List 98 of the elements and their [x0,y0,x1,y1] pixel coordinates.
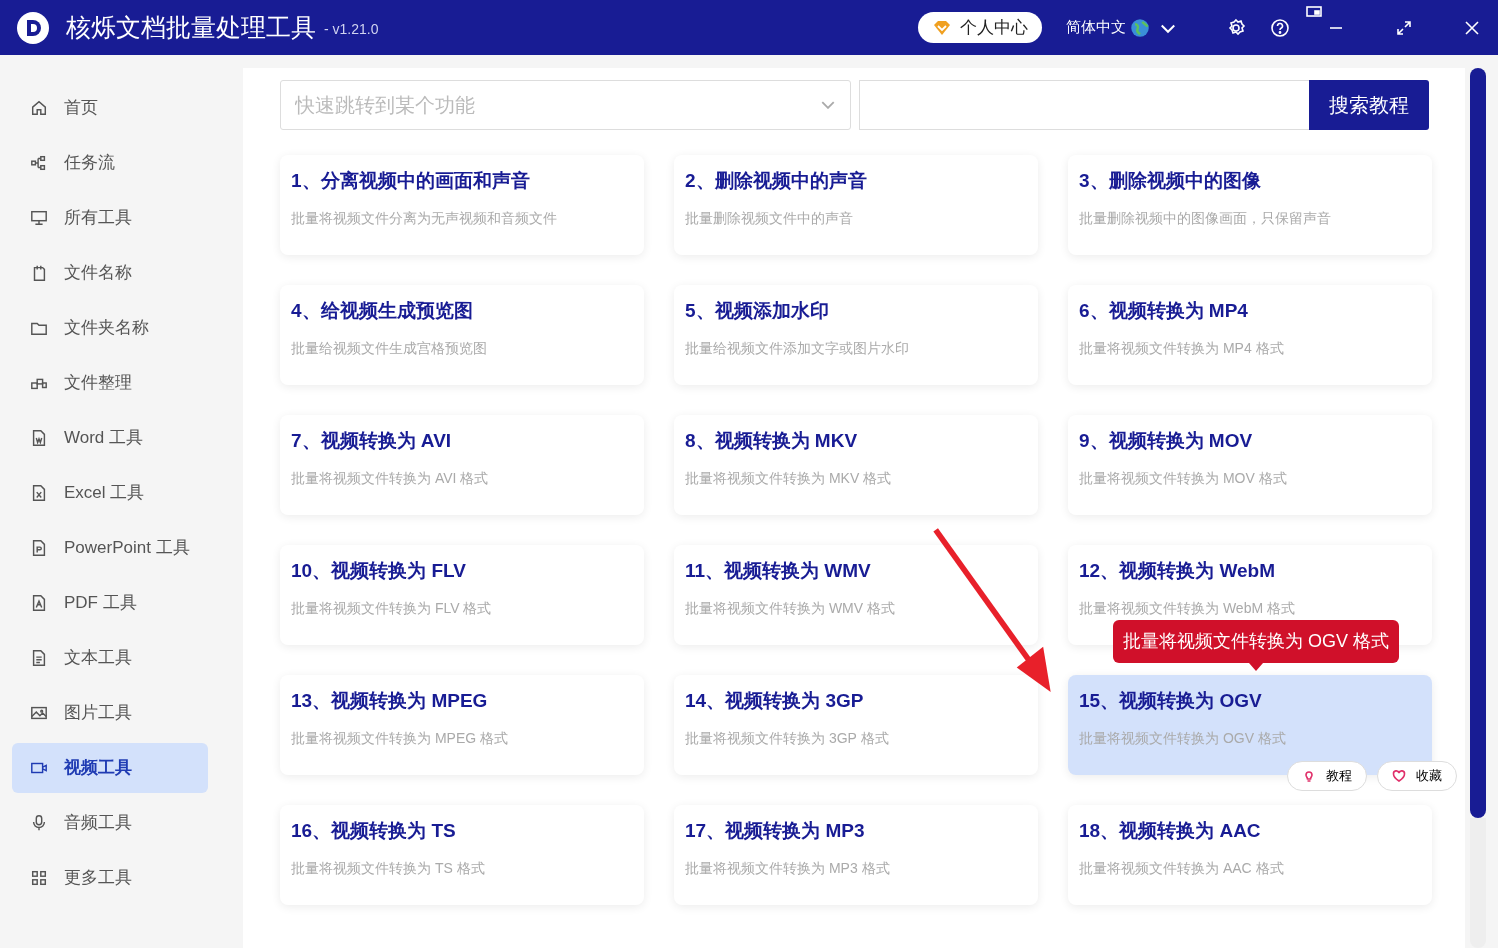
tool-card[interactable]: 10、视频转换为 FLV 批量将视频文件转换为 FLV 格式 [280,545,644,645]
flow-icon [30,154,48,172]
tool-card[interactable]: 7、视频转换为 AVI 批量将视频文件转换为 AVI 格式 [280,415,644,515]
tool-title: 15、视频转换为 OGV [1079,689,1263,713]
sidebar-item[interactable]: 首页 [12,83,208,133]
tool-description: 批量将视频文件转换为 MP3 格式 [685,858,891,878]
tool-title: 9、视频转换为 MOV [1079,429,1254,453]
tool-title: 11、视频转换为 WMV [685,559,872,583]
tool-description: 批量将视频文件转换为 FLV 格式 [291,598,493,618]
excel-file-icon [30,484,48,502]
home-icon [30,99,48,117]
tool-title: 1、分离视频中的画面和声音 [291,169,531,193]
tool-title: 12、视频转换为 WebM [1079,559,1276,583]
version-label: - v1.21.0 [324,20,379,39]
tool-description: 批量将视频文件转换为 MP4 格式 [1079,338,1285,358]
tool-description: 批量删除视频中的图像画面，只保留声音 [1079,208,1332,228]
tool-description: 批量给视频文件添加文字或图片水印 [685,338,910,358]
tool-title: 16、视频转换为 TS [291,819,457,843]
sidebar-item[interactable]: 图片工具 [12,688,208,738]
tool-title: 7、视频转换为 AVI [291,429,453,453]
tool-description: 批量将视频文件转换为 MPEG 格式 [291,728,509,748]
tool-card[interactable]: 8、视频转换为 MKV 批量将视频文件转换为 MKV 格式 [674,415,1038,515]
tool-title: 3、删除视频中的图像 [1079,169,1262,193]
tool-description: 批量将视频文件分离为无声视频和音频文件 [291,208,558,228]
sidebar-item[interactable]: 文件名称 [12,248,208,298]
tool-title: 13、视频转换为 MPEG [291,689,489,713]
sidebar-item[interactable]: 更多工具 [12,853,208,903]
tool-card[interactable]: 3、删除视频中的图像 批量删除视频中的图像画面，只保留声音 [1068,155,1432,255]
sidebar-item[interactable]: 文件整理 [12,358,208,408]
sidebar-item[interactable]: PowerPoint 工具 [12,523,208,573]
pdf-file-icon [30,594,48,612]
heart-icon [1392,769,1406,783]
tool-card[interactable]: 6、视频转换为 MP4 批量将视频文件转换为 MP4 格式 [1068,285,1432,385]
sidebar-item[interactable]: 音频工具 [12,798,208,848]
sidebar-item[interactable]: 视频工具 [12,743,208,793]
text-file-icon [30,649,48,667]
tool-description: 批量将视频文件转换为 AVI 格式 [291,468,490,488]
tool-card[interactable]: 13、视频转换为 MPEG 批量将视频文件转换为 MPEG 格式 [280,675,644,775]
tool-card[interactable]: 17、视频转换为 MP3 批量将视频文件转换为 MP3 格式 [674,805,1038,905]
app-title: 核烁文档批量处理工具 [66,11,316,43]
tool-description: 批量将视频文件转换为 AAC 格式 [1079,858,1285,878]
search-field[interactable] [859,80,1309,130]
tool-card[interactable]: 5、视频添加水印 批量给视频文件添加文字或图片水印 [674,285,1038,385]
sidebar-item[interactable]: 任务流 [12,138,208,188]
tool-card[interactable]: 1、分离视频中的画面和声音 批量将视频文件分离为无声视频和音频文件 [280,155,644,255]
tool-title: 6、视频转换为 MP4 [1079,299,1249,323]
sidebar-item[interactable]: PDF 工具 [12,578,208,628]
tool-title: 18、视频转换为 AAC [1079,819,1262,843]
tool-title: 14、视频转换为 3GP [685,689,865,713]
tool-title: 2、删除视频中的声音 [685,169,868,193]
language-selector[interactable]: 简体中文 [1066,16,1150,39]
sidebar-item[interactable]: Excel 工具 [12,468,208,518]
tool-description: 批量将视频文件转换为 MOV 格式 [1079,468,1288,488]
tool-description: 批量将视频文件转换为 TS 格式 [291,858,486,878]
tool-title: 17、视频转换为 MP3 [685,819,866,843]
tool-card[interactable]: 2、删除视频中的声音 批量删除视频文件中的声音 [674,155,1038,255]
tool-card[interactable]: 16、视频转换为 TS 批量将视频文件转换为 TS 格式 [280,805,644,905]
tool-card[interactable]: 11、视频转换为 WMV 批量将视频文件转换为 WMV 格式 [674,545,1038,645]
sidebar-item[interactable]: 文件夹名称 [12,303,208,353]
settings-icon[interactable] [1226,17,1246,38]
tool-description: 批量删除视频文件中的声音 [685,208,854,228]
sidebar-item[interactable]: Word 工具 [12,413,208,463]
jump-dropdown[interactable]: 快速跳转到某个功能 [280,80,851,130]
tool-title: 8、视频转换为 MKV [685,429,859,453]
app-logo-icon [16,10,50,45]
tool-description: 批量将视频文件转换为 3GP 格式 [685,728,890,748]
image-icon [30,704,48,722]
sidebar-item[interactable]: 文本工具 [12,633,208,683]
search-tutorial-button[interactable]: 搜索教程 [1309,80,1429,130]
tool-title: 10、视频转换为 FLV [291,559,467,583]
word-file-icon [30,429,48,447]
tool-description: 批量将视频文件转换为 MKV 格式 [685,468,893,488]
screen-icon[interactable] [1306,6,1322,18]
microphone-icon [30,814,48,832]
tool-card[interactable]: 4、给视频生成预览图 批量给视频文件生成宫格预览图 [280,285,644,385]
help-icon[interactable] [1270,17,1290,38]
sidebar-item[interactable]: 所有工具 [12,193,208,243]
tooltip: 批量将视频文件转换为 OGV 格式 [1113,620,1399,663]
tool-description: 批量将视频文件转换为 WMV 格式 [685,598,896,618]
globe-icon [1130,17,1150,38]
tool-card[interactable]: 14、视频转换为 3GP 批量将视频文件转换为 3GP 格式 [674,675,1038,775]
scrollbar-thumb[interactable] [1470,68,1486,818]
powerpoint-file-icon [30,539,48,557]
tool-description: 批量将视频文件转换为 WebM 格式 [1079,598,1296,618]
lightbulb-icon [1302,769,1316,783]
tool-card[interactable]: 18、视频转换为 AAC 批量将视频文件转换为 AAC 格式 [1068,805,1432,905]
tool-description: 批量将视频文件转换为 OGV 格式 [1079,728,1287,748]
user-center-button[interactable]: 个人中心 [918,11,1042,44]
grid-icon [30,869,48,887]
tool-title: 5、视频添加水印 [685,299,830,323]
tooltip-arrow-icon [1249,663,1263,671]
tool-title: 4、给视频生成预览图 [291,299,474,323]
tool-description: 批量给视频文件生成宫格预览图 [291,338,488,358]
chevron-down-icon [821,101,835,109]
favorite-button[interactable]: 收藏 [1377,761,1457,791]
tool-card[interactable]: 9、视频转换为 MOV 批量将视频文件转换为 MOV 格式 [1068,415,1432,515]
tutorial-button[interactable]: 教程 [1287,761,1367,791]
monitor-icon [30,209,48,227]
